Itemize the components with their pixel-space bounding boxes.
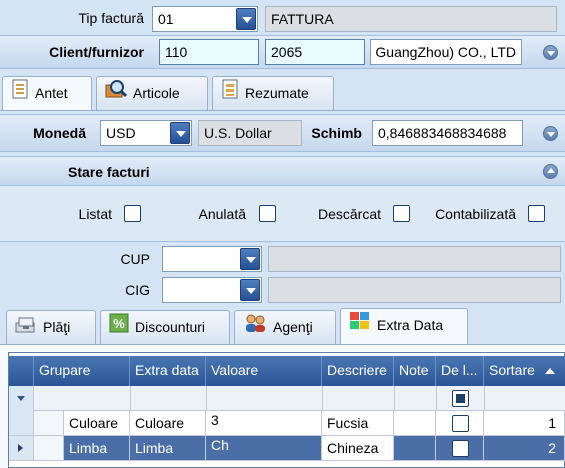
extra-data-icon [349,310,371,343]
magnifier-box-icon [105,78,128,111]
filter-divider [394,386,395,411]
cig-description [268,277,561,303]
currency-expand-icon[interactable] [543,126,558,141]
filter-icon [17,396,25,401]
contabilizata-checkbox[interactable] [528,205,545,222]
cell-grupare[interactable]: Culoare [64,411,130,436]
cell-extra-data[interactable]: Limba [130,436,206,461]
sort-ascending-icon [544,368,555,375]
filter-divider [206,386,207,411]
descarcat-checkbox[interactable] [393,205,410,222]
tab-extra-data-label: Extra Data [377,317,444,333]
summary-document-icon [221,78,239,111]
cell-note[interactable] [394,436,436,461]
cig-combo[interactable] [162,277,262,303]
tab-antet[interactable]: Antet [2,76,92,111]
currency-dropdown-button[interactable] [170,122,190,144]
current-row-arrow-icon [18,444,23,452]
percent-icon: % [109,312,129,345]
tab-discounturi[interactable]: % Discounturi [100,310,230,345]
cell-grupare[interactable]: Limba [64,436,130,461]
cell-extra-data[interactable]: Culoare [130,411,206,436]
group-indent [34,436,64,461]
tab-extra-data[interactable]: Extra Data [340,308,468,345]
stare-collapse-icon[interactable] [543,164,558,179]
stare-title: Stare facturi [68,164,150,180]
filter-divider [436,386,437,411]
tab-discounturi-label: Discounturi [135,319,206,335]
grid-header-corner [9,356,34,386]
filter-row[interactable] [9,386,565,411]
document-icon [11,78,29,111]
column-header-descriere[interactable]: Descriere [322,356,394,386]
tab-plati-label: Plăţi [43,319,71,335]
filter-divider [484,386,485,411]
row-checkbox-de-l[interactable] [452,415,469,432]
exchange-rate-input[interactable]: 0,846883468834688 [372,120,523,146]
cell-descriere[interactable]: Chineza [322,436,394,461]
column-header-grupare[interactable]: Grupare [34,356,130,386]
indeterminate-mark-icon [456,394,465,403]
listat-checkbox[interactable] [124,205,141,222]
tab-divider [0,110,565,111]
tab-articole-label: Articole [133,85,180,101]
currency-code: USD [106,125,136,141]
agents-icon [243,312,267,345]
filter-row-indicator [9,386,34,411]
tip-factura-label: Tip factură [78,10,144,26]
tab-agenti[interactable]: Agenţi [234,310,336,345]
contabilizata-label: Contabilizată [435,206,516,222]
cig-dropdown-button[interactable] [240,279,260,301]
column-header-valoare[interactable]: Valoare [206,356,322,386]
filter-divider [130,386,131,411]
listat-label: Listat [78,206,112,222]
anulata-checkbox[interactable] [259,205,276,222]
cell-note[interactable] [394,411,436,436]
tip-factura-value: 01 [158,11,174,27]
client-name-field[interactable]: GuangZhou) CO., LTD [370,39,522,65]
tab-rezumate[interactable]: Rezumate [212,76,334,111]
currency-combo[interactable]: USD [100,120,192,146]
cup-dropdown-button[interactable] [240,248,260,270]
filter-divider [322,386,323,411]
cell-valoare[interactable]: Ch [206,436,322,461]
payments-icon [15,312,37,345]
tab-antet-label: Antet [35,85,68,101]
row-indicator [9,411,34,436]
cell-sortare[interactable]: 1 [484,411,565,436]
currency-name: U.S. Dollar [198,120,302,146]
group-indent [34,411,64,436]
cig-label: CIG [125,282,150,298]
column-header-sortare-label: Sortare [489,362,535,378]
client-expand-icon[interactable] [543,45,558,60]
anulata-label: Anulată [198,206,246,222]
cup-combo[interactable] [162,246,262,272]
exchange-rate-label: Schimb [311,125,362,141]
client-label: Client/furnizor [49,44,144,60]
tip-factura-description: FATTURA [265,6,557,32]
column-header-note[interactable]: Note [394,356,436,386]
column-header-extra-data[interactable]: Extra data [130,356,206,386]
cell-valoare[interactable]: 3 [206,411,322,436]
cell-descriere[interactable]: Fucsia [322,411,394,436]
cup-label: CUP [120,251,150,267]
tab-plati[interactable]: Plăţi [6,310,96,345]
tab-agenti-label: Agenţi [273,319,313,335]
client-code-input[interactable]: 110 [159,39,259,65]
cell-sortare[interactable]: 2 [484,436,565,461]
client-id-input[interactable]: 2065 [265,39,365,65]
currency-label: Monedă [33,125,86,141]
tip-factura-combo[interactable]: 01 [152,6,258,32]
filter-checkbox-de-l[interactable] [452,390,469,407]
column-header-sortare[interactable]: Sortare [484,356,565,386]
cup-description [268,246,561,272]
tip-factura-dropdown-button[interactable] [236,8,256,30]
svg-text:%: % [113,316,125,331]
row-checkbox-de-l[interactable] [452,440,469,457]
tab-articole[interactable]: Articole [96,76,208,111]
row-indicator [9,436,34,461]
column-header-de-l[interactable]: De l... [436,356,484,386]
descarcat-label: Descărcat [317,206,381,222]
tab-rezumate-label: Rezumate [245,85,309,101]
